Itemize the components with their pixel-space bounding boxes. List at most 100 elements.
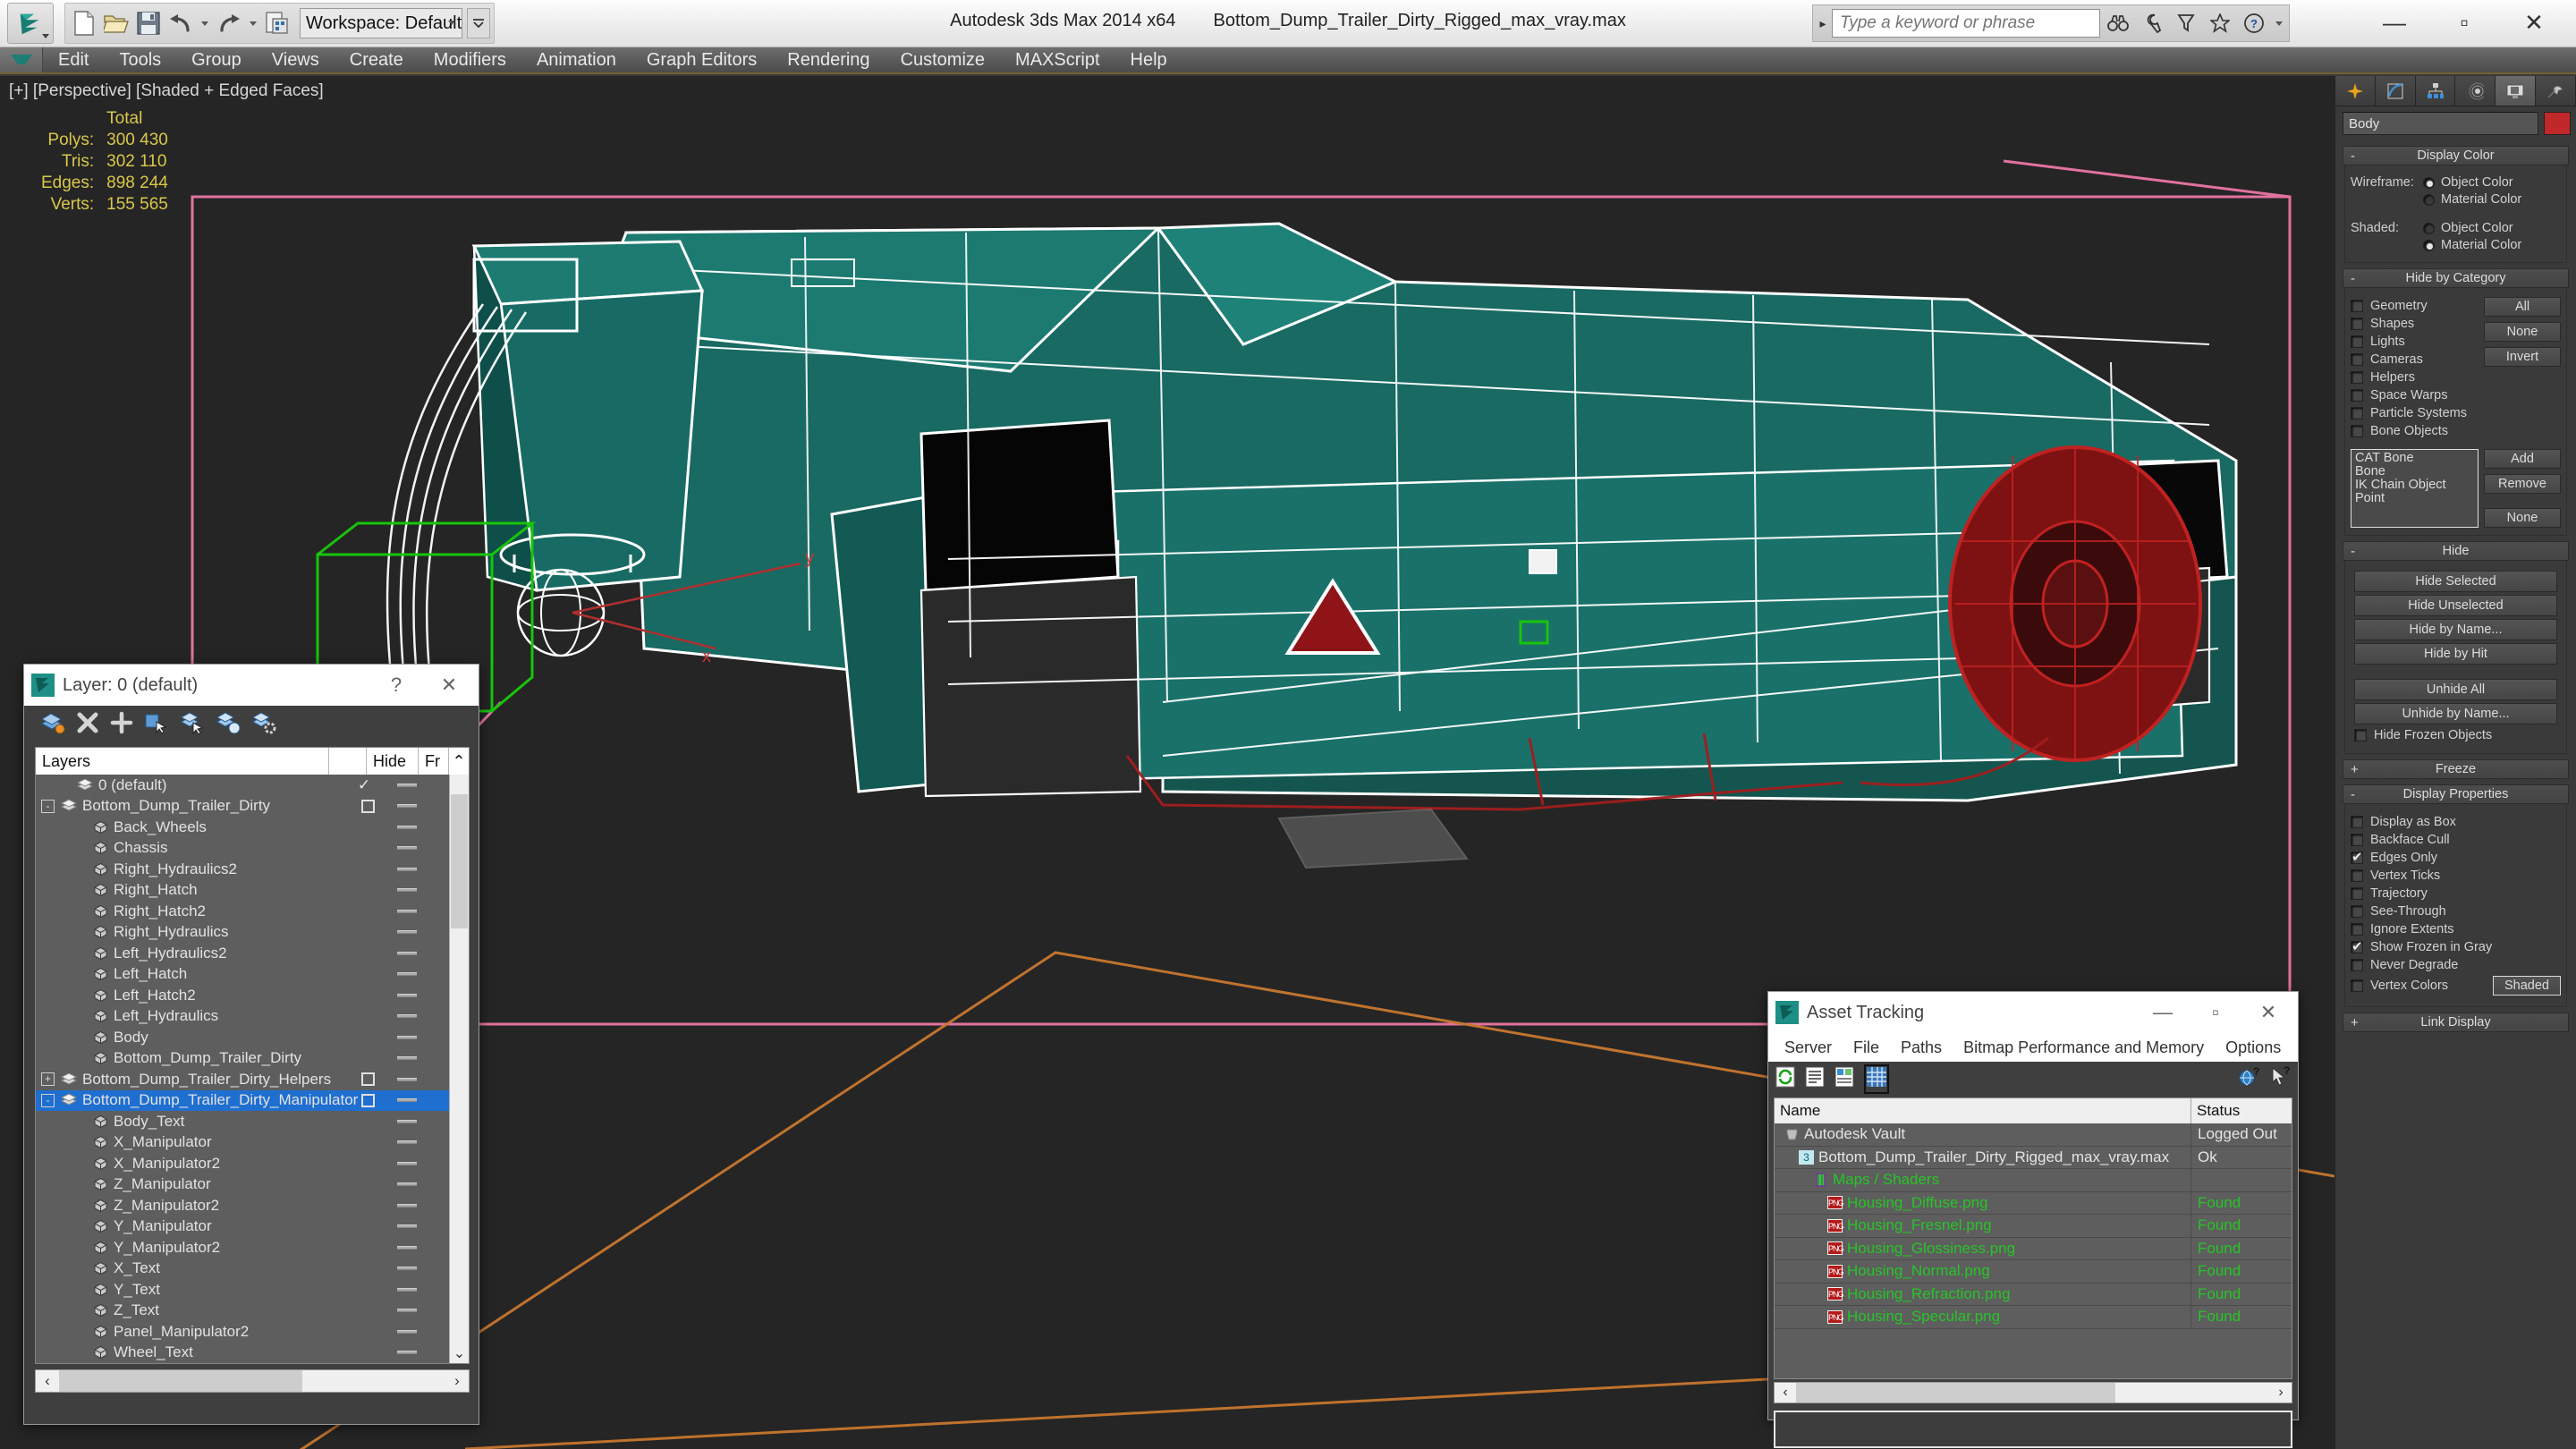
scroll-right-icon[interactable]: › [445,1372,469,1390]
category-space-warps[interactable]: Space Warps [2351,388,2479,402]
redo-dropdown-icon[interactable] [250,21,257,26]
prop-see-through[interactable]: See-Through [2351,904,2561,919]
workspace-selector[interactable]: Workspace: Default [300,8,462,38]
layer-row[interactable]: Right_Hydraulics2 [36,859,469,880]
layer-hide-toggle[interactable] [397,951,417,955]
layer-hide-toggle[interactable] [397,1224,417,1229]
geometry-checkbox[interactable] [2351,300,2363,312]
layer-row[interactable]: Back_Wheels [36,817,469,838]
prop-trajectory[interactable]: Trajectory [2351,886,2561,901]
layer-row[interactable]: 0 (default) ✓ [36,775,469,796]
rollout-header-hide-by-category[interactable]: - Hide by Category [2343,268,2569,288]
layer-row[interactable]: X_Manipulator2 [36,1153,469,1174]
remove-button[interactable]: Remove [2484,474,2561,494]
help-cursor-icon[interactable]: ? [2269,1064,2291,1092]
layer-row[interactable]: Z_Manipulator [36,1174,469,1196]
redo-icon[interactable] [214,6,244,40]
ignore-extents-checkbox[interactable] [2351,923,2363,936]
hscroll-track[interactable] [1796,1383,2270,1402]
menu-item-tools[interactable]: Tools [104,47,176,72]
layer-hide-toggle[interactable] [397,1287,417,1292]
shapes-checkbox[interactable] [2351,318,2363,330]
category-lights[interactable]: Lights [2351,335,2479,349]
show-frozen-in-gray-checkbox[interactable] [2351,938,2363,954]
layer-row[interactable]: - Bottom_Dump_Trailer_Dirty [36,796,469,818]
layer-hide-toggle[interactable] [397,1182,417,1187]
layer-row[interactable]: Body_Text [36,1111,469,1132]
asset-menu-paths[interactable]: Paths [1890,1038,1953,1057]
layer-hide-toggle[interactable] [397,993,417,997]
prop-edges-only[interactable]: Edges Only [2351,849,2561,865]
viewport-label[interactable]: [+] [Perspective] [Shaded + Edged Faces] [9,81,324,101]
asset-column-status[interactable]: Status [2191,1098,2292,1123]
infocenter-expand-icon[interactable]: ▸ [1816,16,1830,31]
layer-dialog-close-button[interactable]: ✕ [427,665,471,705]
refresh-icon[interactable] [1775,1066,1795,1092]
scroll-right-icon[interactable]: › [2270,1385,2292,1401]
asset-row[interactable]: PNG Housing_Refraction.png Found [1775,1283,2292,1306]
layer-hide-toggle[interactable] [397,1351,417,1355]
create-tab[interactable] [2335,76,2376,106]
layer-hide-toggle[interactable] [397,1077,417,1081]
edges-only-checkbox[interactable] [2351,849,2363,865]
hide-unselected-button[interactable]: Hide Unselected [2354,595,2557,616]
category-none-button[interactable]: None [2484,322,2561,342]
menu-item-edit[interactable]: Edit [43,47,104,72]
rollout-header-display-color[interactable]: - Display Color [2343,146,2569,165]
display-tab[interactable] [2496,76,2537,106]
vertex-colors-checkbox[interactable] [2351,979,2363,992]
layer-row[interactable]: X_Manipulator [36,1132,469,1154]
category-helpers[interactable]: Helpers [2351,370,2479,385]
asset-list[interactable]: Name Status Autodesk Vault Logged Out 3 Bot… [1774,1097,2292,1379]
layer-properties-icon[interactable] [251,711,276,739]
add-layer-icon[interactable] [110,711,133,739]
layer-row[interactable]: Left_Hatch [36,964,469,986]
hide-selected-button[interactable]: Hide Selected [2354,571,2557,592]
menu-item-customize[interactable]: Customize [886,47,1000,72]
lights-checkbox[interactable] [2351,335,2363,348]
scroll-left-icon[interactable]: ‹ [36,1372,59,1390]
hide-frozen-objects-checkbox[interactable] [2354,729,2367,741]
menu-item-help[interactable]: Help [1115,47,1182,72]
prop-show-frozen-in-gray[interactable]: Show Frozen in Gray [2351,938,2561,954]
space-warps-checkbox[interactable] [2351,389,2363,402]
rollout-header-link-display[interactable]: + Link Display [2343,1013,2569,1032]
modify-tab[interactable] [2375,76,2416,106]
motion-tab[interactable] [2455,76,2496,106]
shaded-object-color-row[interactable]: Shaded: Object Color [2351,221,2561,235]
layer-hide-toggle[interactable] [397,846,417,851]
menu-item-maxscript[interactable]: MAXScript [1000,47,1114,72]
layer-row[interactable]: Wheel_Text [36,1343,469,1364]
layer-column-freeze[interactable]: Fr [419,748,449,775]
asset-row[interactable]: Maps / Shaders [1775,1169,2292,1192]
vertex-ticks-checkbox[interactable] [2351,869,2363,882]
wrench-icon[interactable] [2136,8,2168,38]
list-item-point[interactable]: Point [2355,492,2474,505]
layer-hide-toggle[interactable] [397,1035,417,1039]
help-globe-icon[interactable]: ? [2238,1065,2259,1092]
layer-current-checkbox[interactable] [361,1093,375,1107]
layer-hide-toggle[interactable] [397,1098,417,1103]
layer-current-check-icon[interactable]: ✓ [356,776,372,794]
asset-minimize-button[interactable]: — [2140,993,2185,1032]
layer-row[interactable]: Y_Manipulator2 [36,1237,469,1258]
asset-tracking-dialog[interactable]: Asset Tracking — ▫ ✕ Server File Paths B… [1767,991,2299,1448]
prop-ignore-extents[interactable]: Ignore Extents [2351,922,2561,936]
layer-dialog-titlebar[interactable]: Layer: 0 (default) ? ✕ [24,665,479,706]
table-view-icon[interactable] [1864,1063,1889,1094]
asset-menu-server[interactable]: Server [1774,1038,1843,1057]
menu-item-animation[interactable]: Animation [521,47,631,72]
layer-row[interactable]: Panel_Manipulator2 [36,1321,469,1343]
list-item-bone[interactable]: Bone [2355,465,2474,479]
see-through-checkbox[interactable] [2351,905,2363,918]
prop-vertex-ticks[interactable]: Vertex Ticks [2351,869,2561,883]
asset-row[interactable]: PNG Housing_Specular.png Found [1775,1306,2292,1329]
close-button[interactable]: ✕ [2499,0,2569,45]
layer-hide-toggle[interactable] [397,972,417,977]
wireframe-material-color-row[interactable]: Material Color [2351,192,2561,207]
maximize-button[interactable]: ▫ [2429,0,2499,45]
trajectory-checkbox[interactable] [2351,887,2363,900]
new-file-icon[interactable] [69,6,99,40]
layer-hide-toggle[interactable] [397,1140,417,1145]
particle-systems-checkbox[interactable] [2351,407,2363,419]
